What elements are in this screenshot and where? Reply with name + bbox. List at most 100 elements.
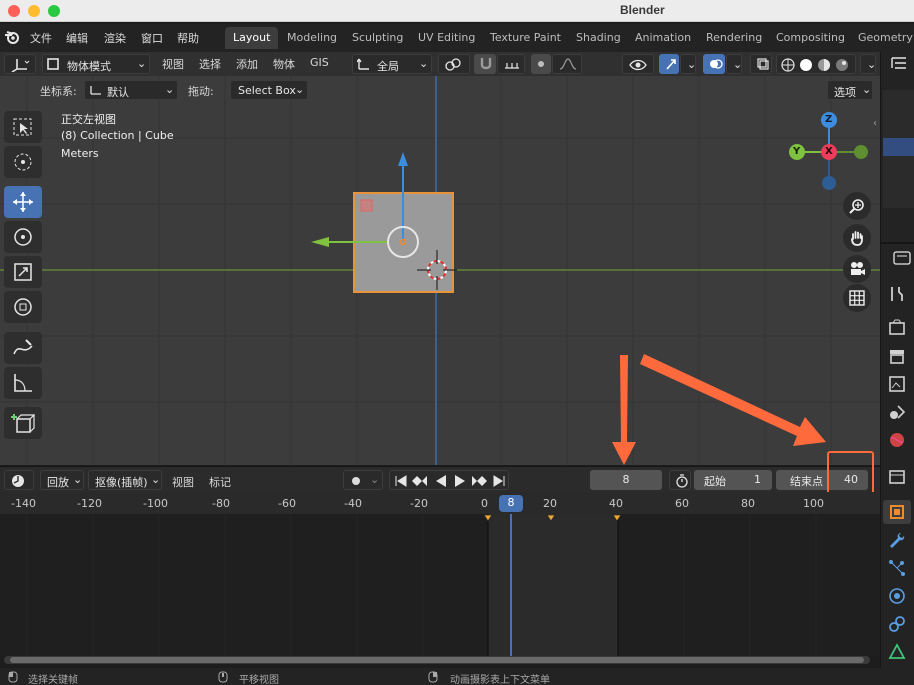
orientation-dropdown[interactable]: 全局 ⌄ xyxy=(352,54,432,74)
tab-geometry-nodes[interactable]: Geometry N xyxy=(850,27,914,49)
add-cube-tool[interactable] xyxy=(4,407,42,439)
zoom-view-button[interactable] xyxy=(843,192,871,220)
keying-label: 抠像(插帧) xyxy=(95,476,148,489)
menu-file[interactable]: 文件 xyxy=(30,30,52,46)
menu-edit[interactable]: 编辑 xyxy=(66,30,88,46)
move-tool[interactable] xyxy=(4,186,42,218)
play-icon[interactable] xyxy=(453,474,467,488)
menu-select[interactable]: 选择 xyxy=(199,56,221,72)
tab-texture-paint[interactable]: Texture Paint xyxy=(482,27,569,49)
playback-menu[interactable]: 回放 ⌄ xyxy=(40,470,84,490)
record-icon xyxy=(352,477,360,485)
xray-toggle[interactable] xyxy=(750,54,772,74)
next-keyframe-icon[interactable] xyxy=(470,474,488,488)
rotate-tool[interactable] xyxy=(4,221,42,253)
timeline-ruler[interactable]: -140 -120 -100 -80 -60 -40 -20 0 20 40 6… xyxy=(0,492,880,514)
physics-properties-icon[interactable] xyxy=(887,586,907,606)
gizmo-dropdown[interactable]: ⌄ xyxy=(680,54,696,74)
tab-sculpting[interactable]: Sculpting xyxy=(344,27,411,49)
tab-compositing[interactable]: Compositing xyxy=(768,27,853,49)
snap-toggle[interactable] xyxy=(474,54,496,74)
snap-target-dropdown[interactable] xyxy=(497,54,525,74)
rendered-shading-icon[interactable] xyxy=(835,58,849,72)
tab-animation[interactable]: Animation xyxy=(627,27,699,49)
start-frame-label: 起始 xyxy=(704,475,726,488)
jump-start-icon[interactable] xyxy=(394,474,408,488)
tab-shading[interactable]: Shading xyxy=(568,27,629,49)
prev-keyframe-icon[interactable] xyxy=(411,474,429,488)
world-properties-icon[interactable] xyxy=(887,430,907,450)
annotate-tool[interactable] xyxy=(4,332,42,364)
playhead-frame-badge[interactable]: 8 xyxy=(499,495,523,512)
menu-gis[interactable]: GIS xyxy=(310,56,329,69)
tab-modeling[interactable]: Modeling xyxy=(279,27,345,49)
timeline-keyframe-area[interactable] xyxy=(0,514,880,664)
pivot-point-dropdown[interactable] xyxy=(438,54,470,74)
gizmo-toggle[interactable] xyxy=(659,54,679,74)
pan-view-button[interactable] xyxy=(843,224,871,252)
camera-view-button[interactable] xyxy=(843,255,871,283)
play-reverse-icon[interactable] xyxy=(434,474,448,488)
timeline-menu-marker[interactable]: 标记 xyxy=(209,474,231,490)
timeline-scrollbar-thumb[interactable] xyxy=(10,657,864,663)
auto-keying-toggle[interactable]: ⌄ xyxy=(343,470,383,490)
current-frame-field[interactable]: 8 xyxy=(590,470,662,490)
proportional-edit-toggle[interactable] xyxy=(531,54,551,74)
sidebar-expand-icon[interactable]: ‹ xyxy=(873,118,877,129)
view-layer-icon[interactable] xyxy=(887,374,907,394)
drag-dropdown[interactable]: Select Box ⌄ xyxy=(230,80,308,100)
transform-tool[interactable] xyxy=(4,291,42,323)
keying-menu[interactable]: 抠像(插帧) ⌄ xyxy=(88,470,162,490)
timeline-editor-type-button[interactable] xyxy=(4,470,34,490)
menu-render[interactable]: 渲染 xyxy=(104,30,126,46)
data-properties-icon[interactable] xyxy=(887,642,907,662)
cursor-tool[interactable] xyxy=(4,146,42,178)
select-box-tool[interactable] xyxy=(4,111,42,143)
tab-rendering[interactable]: Rendering xyxy=(698,27,770,49)
outliner-display-icon[interactable] xyxy=(890,55,912,71)
shading-mode-group xyxy=(776,54,856,74)
shading-dropdown[interactable]: ⌄ xyxy=(860,54,876,74)
overlay-dropdown[interactable]: ⌄ xyxy=(726,54,742,74)
collection-properties-icon[interactable] xyxy=(887,467,907,487)
mode-dropdown[interactable]: 物体模式 ⌄ xyxy=(42,54,150,74)
timeline-menu-view[interactable]: 视图 xyxy=(172,474,194,490)
3d-viewport[interactable]: 正交左视图 (8) Collection | Cube Meters Z Y X xyxy=(0,52,880,465)
tab-layout[interactable]: Layout xyxy=(225,27,279,49)
particle-properties-icon[interactable] xyxy=(887,558,907,578)
falloff-dropdown[interactable] xyxy=(552,54,582,74)
jump-end-icon[interactable] xyxy=(492,474,506,488)
menu-view[interactable]: 视图 xyxy=(162,56,184,72)
scale-tool[interactable] xyxy=(4,256,42,288)
blender-logo-icon[interactable] xyxy=(4,29,20,45)
coord-system-dropdown[interactable]: 默认 ⌄ xyxy=(84,80,178,100)
timeline-scrollbar[interactable] xyxy=(4,656,870,664)
material-shading-icon[interactable] xyxy=(817,58,831,72)
start-frame-field[interactable]: 起始 1 xyxy=(694,470,772,490)
mouse-left-icon xyxy=(8,671,18,683)
chevron-down-icon: ⌄ xyxy=(370,473,380,486)
output-properties-icon[interactable] xyxy=(887,346,907,366)
modifier-properties-icon[interactable] xyxy=(887,530,907,550)
tab-uv-editing[interactable]: UV Editing xyxy=(410,27,483,49)
options-dropdown[interactable]: 选项 ⌄ xyxy=(827,80,873,100)
perspective-toggle-button[interactable] xyxy=(843,284,871,312)
menu-window[interactable]: 窗口 xyxy=(141,30,163,46)
properties-editor-icon[interactable] xyxy=(892,250,912,266)
outliner-selected-row[interactable] xyxy=(883,138,914,156)
menu-object[interactable]: 物体 xyxy=(273,56,295,72)
scene-properties-icon[interactable] xyxy=(887,402,907,422)
menu-help[interactable]: 帮助 xyxy=(177,30,199,46)
visibility-dropdown[interactable] xyxy=(622,54,654,74)
wireframe-shading-icon[interactable] xyxy=(781,58,795,72)
preview-range-toggle[interactable] xyxy=(669,470,691,490)
overlay-toggle[interactable] xyxy=(703,54,725,74)
measure-tool[interactable] xyxy=(4,367,42,399)
editor-type-button[interactable] xyxy=(4,54,36,74)
menu-add[interactable]: 添加 xyxy=(236,56,258,72)
constraint-properties-icon[interactable] xyxy=(887,614,907,634)
tool-settings-icon[interactable] xyxy=(887,284,907,304)
render-properties-icon[interactable] xyxy=(887,318,907,338)
object-properties-tab[interactable] xyxy=(883,500,911,524)
solid-shading-icon[interactable] xyxy=(799,58,813,72)
